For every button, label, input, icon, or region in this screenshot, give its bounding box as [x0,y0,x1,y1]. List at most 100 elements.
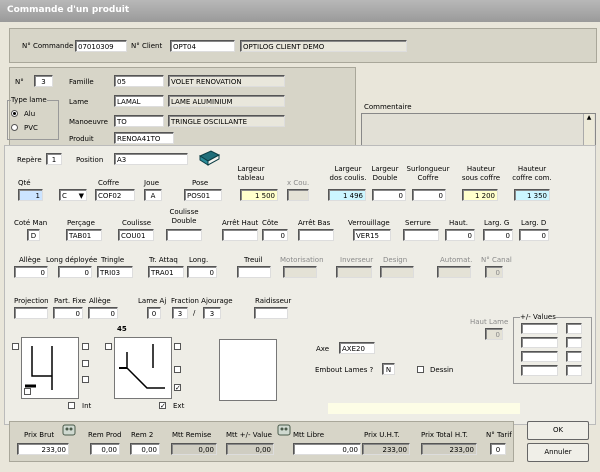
pm-value-field[interactable] [521,323,558,334]
verrouillage-field[interactable]: VER15 [353,229,391,241]
chevron-down-icon[interactable]: ▼ [79,190,84,200]
lame-code-field[interactable]: LAMAL [114,95,164,107]
ext-corner-checkbox-checked[interactable]: ✓ [174,384,181,392]
axe-field[interactable]: AXE20 [339,342,375,354]
percage-field[interactable]: TAB01 [66,229,102,241]
lame-aj-field[interactable]: 0 [147,307,161,319]
long-field[interactable]: 0 [187,266,217,278]
embout-lames-field[interactable]: N [382,363,395,375]
allege2-field[interactable]: 0 [88,307,118,319]
int-corner-checkbox[interactable] [82,376,89,383]
ext-checkbox-label: Ext [173,402,185,410]
prix-brut-field[interactable]: 233,00 [17,443,69,455]
pricing-panel [9,421,514,462]
coffre-field[interactable]: COF02 [95,189,135,201]
manoeuvre-code-field[interactable]: TO [114,115,164,127]
title-bar[interactable]: Commande d'un produit [0,0,600,22]
pm-value-field[interactable] [566,351,582,362]
int-checkbox[interactable] [68,402,75,409]
pm-value-field[interactable] [521,365,558,376]
pm-value-field[interactable] [521,351,558,362]
dessin-checkbox[interactable] [417,366,424,373]
ext-checkbox[interactable]: ✓ [159,402,166,410]
coulisse-double-field[interactable] [166,229,202,241]
coulisse-double-label: Coulisse Double [169,208,199,225]
part-fixe-field[interactable]: 0 [53,307,83,319]
calculator-icon[interactable] [277,424,291,436]
unit-combo[interactable]: C ▼ [59,189,87,201]
famille-code-field[interactable]: 05 [114,75,164,87]
rem2-field[interactable]: 0,00 [130,443,160,455]
book-icon[interactable] [197,148,221,168]
ext-corner-checkbox[interactable] [174,343,181,350]
largeur-couliss-field[interactable]: 1 496 [328,189,366,201]
pvc-radio-label: PVC [24,124,38,132]
coulisse-field[interactable]: COU01 [118,229,154,241]
joue-field[interactable]: A [144,189,162,201]
hauteur-coffre-com-label: Hauteur coffre com. [512,165,552,182]
surlongueur-label: Surlongueur Coffre [406,165,450,182]
arret-haut-field[interactable] [222,229,258,241]
pm-value-field[interactable] [566,365,582,376]
cote-man-field[interactable]: D [27,229,40,241]
alu-radio[interactable] [11,110,18,117]
scroll-up-icon[interactable]: ▲ [584,114,594,122]
ext-corner-checkbox[interactable] [174,366,181,373]
pvc-radio[interactable] [11,124,18,131]
pm-value-field[interactable] [566,323,582,334]
treuil-field[interactable] [237,266,271,278]
famille-label: Famille [69,78,94,86]
line-number-field[interactable]: 3 [34,75,53,87]
larg-d-field[interactable]: 0 [519,229,549,241]
int-corner-checkbox[interactable] [82,360,89,367]
projection-field[interactable] [14,307,48,319]
fraction-denominator-field[interactable]: 3 [203,307,221,319]
larg-g-field[interactable]: 0 [483,229,513,241]
cote-field[interactable]: 0 [262,229,288,241]
qte-field[interactable]: 1 [18,189,43,201]
prix-uht-field: 233,00 [362,443,410,455]
num-client-field[interactable]: OPT04 [170,40,235,52]
largeur-double-label: Largeur Double [371,165,399,182]
long-deployee-field[interactable]: 0 [58,266,92,278]
calculator-icon[interactable] [62,424,76,436]
tr-attaq-field[interactable]: TRA01 [148,266,184,278]
commentaire-textarea[interactable] [361,113,596,149]
largeur-tableau-field[interactable]: 1 500 [240,189,278,201]
ext-corner-checkbox[interactable] [105,343,112,350]
fraction-numerator-field[interactable]: 3 [172,307,188,319]
surlongueur-field[interactable]: 0 [412,189,446,201]
num-commande-field[interactable]: 07010309 [75,40,127,52]
raidisseur-field[interactable] [254,307,288,319]
pose-field[interactable]: POS01 [184,189,222,201]
motorisation-label: Motorisation [280,256,324,264]
commentaire-scrollbar[interactable]: ▲ [583,114,594,146]
largeur-double-field[interactable]: 0 [372,189,406,201]
pm-value-field[interactable] [566,337,582,348]
tringle-field[interactable]: TRI03 [97,266,133,278]
rem-prod-field[interactable]: 0,00 [90,443,120,455]
allege-field[interactable]: 0 [14,266,48,278]
hauteur-coffre-com-field[interactable]: 1 350 [514,189,550,201]
n-canal-label: N° Canal [481,256,512,264]
serrure-field[interactable] [403,229,439,241]
produit-code-field[interactable]: RENOA41TO [114,132,174,144]
repere-field[interactable]: 1 [46,153,62,165]
haut-field[interactable]: 0 [445,229,475,241]
long-label: Long. [189,256,209,264]
position-field[interactable]: A3 [114,153,188,165]
ok-button[interactable]: OK [527,421,589,440]
annuler-button[interactable]: Annuler [527,443,589,462]
unit-combo-value: C [62,192,67,200]
hauteur-sous-coffre-field[interactable]: 1 200 [462,189,498,201]
design-label: Design [383,256,408,264]
mtt-libre-field[interactable]: 0,00 [293,443,361,455]
int-corner-checkbox[interactable] [12,343,19,350]
int-corner-checkbox[interactable] [82,343,89,350]
int-checkbox-label: Int [82,402,92,410]
n-tarif-field[interactable]: 0 [490,443,506,455]
arret-bas-field[interactable] [298,229,334,241]
treuil-label: Treuil [244,256,263,264]
pm-value-field[interactable] [521,337,558,348]
int-corner-checkbox[interactable] [24,388,31,395]
